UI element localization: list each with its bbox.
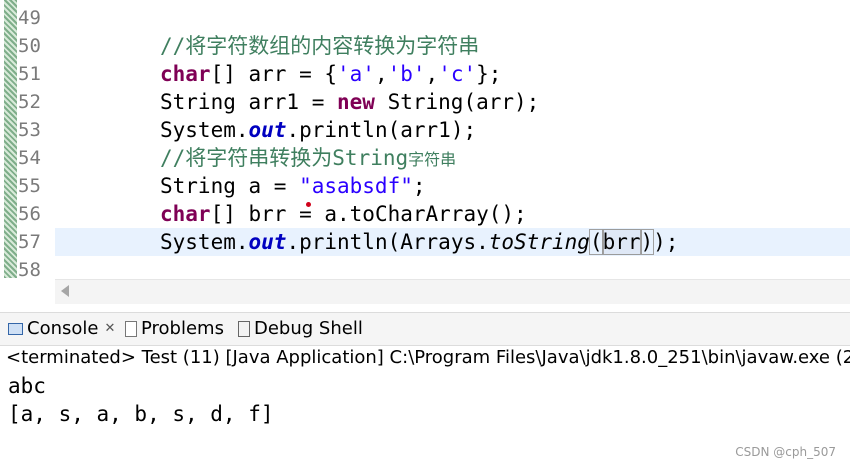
code-line: 54 //将字符串转换为String字符串 — [0, 144, 850, 172]
tab-label: Debug Shell — [254, 318, 363, 339]
marker-dot-icon — [306, 202, 311, 207]
code-text: String a = "asabsdf"; — [160, 172, 426, 200]
tab-problems[interactable]: Problems — [125, 313, 224, 345]
matching-bracket: ) — [639, 229, 655, 255]
keyword: new — [337, 90, 375, 114]
static-field: out — [248, 118, 287, 142]
static-method: toString — [488, 230, 590, 254]
console-status-line: <terminated> Test (11) [Java Application… — [6, 347, 850, 368]
matching-bracket: ( — [588, 229, 604, 255]
code-token: String arr1 = — [160, 90, 338, 114]
code-text: System.out.println(arr1); — [160, 116, 476, 144]
code-line: 53 System.out.println(arr1); — [0, 116, 850, 144]
string-literal: 'c' — [438, 62, 477, 86]
code-token: String(arr); — [374, 90, 540, 114]
keyword: char — [160, 202, 211, 226]
code-line: 50 //将字符数组的内容转换为字符串 — [0, 32, 850, 60]
code-line: 51 char[] arr = {'a','b','c'}; — [0, 60, 850, 88]
comment-token: 字符串 — [408, 150, 457, 169]
code-token: , — [425, 62, 439, 86]
comment-token: //将字符串转换为String — [160, 146, 409, 170]
string-literal: "asabsdf" — [299, 174, 413, 198]
code-token: ); — [653, 230, 679, 254]
console-output-line: [a, s, a, b, s, d, f] — [8, 402, 274, 426]
tab-label: Problems — [141, 318, 224, 339]
tab-debug-shell[interactable]: Debug Shell — [238, 313, 363, 345]
line-number: 53 — [18, 119, 41, 141]
static-field: out — [248, 230, 287, 254]
code-editor[interactable]: 49 50 //将字符数组的内容转换为字符串 51 char[] arr = {… — [0, 0, 850, 305]
line-number: 50 — [18, 35, 41, 57]
line-number: 52 — [18, 91, 41, 113]
line-number: 55 — [18, 175, 41, 197]
line-number: 57 — [18, 231, 41, 253]
code-text: String arr1 = new String(arr); — [160, 88, 539, 116]
console-icon — [8, 323, 23, 335]
code-token: System. — [160, 230, 249, 254]
code-token: .println(arr1); — [286, 118, 477, 142]
code-comment: //将字符串转换为String字符串 — [160, 144, 456, 174]
code-text: char[] arr = {'a','b','c'}; — [160, 60, 501, 88]
string-literal: 'a' — [337, 62, 375, 86]
close-icon[interactable]: ✕ — [104, 321, 115, 336]
line-number: 51 — [18, 63, 41, 85]
keyword: char — [160, 62, 211, 86]
line-number: 54 — [18, 147, 41, 169]
code-token: , — [374, 62, 388, 86]
code-token: }; — [476, 62, 502, 86]
view-tab-bar: Console ✕ Problems Debug Shell — [0, 312, 850, 346]
code-token: .println(Arrays. — [286, 230, 489, 254]
code-line: 52 String arr1 = new String(arr); — [0, 88, 850, 116]
debug-shell-icon — [238, 321, 250, 337]
code-token: [] arr = { — [210, 62, 338, 86]
line-number: 49 — [18, 7, 41, 29]
line-number: 56 — [18, 203, 41, 225]
watermark: CSDN @cph_507 — [735, 445, 836, 459]
tab-console[interactable]: Console ✕ — [8, 313, 115, 345]
code-text: System.out.println(Arrays.toString(brr))… — [160, 228, 678, 256]
tab-label: Console — [27, 318, 99, 339]
console-output-line: abc — [8, 374, 46, 398]
problems-icon — [125, 321, 137, 337]
horizontal-scrollbar[interactable] — [55, 279, 850, 304]
code-line: 49 — [0, 4, 850, 32]
code-comment: //将字符数组的内容转换为字符串 — [160, 34, 480, 58]
code-text: char[] brr = a.toCharArray(); — [160, 200, 527, 228]
code-line: 56 char[] brr = a.toCharArray(); — [0, 200, 850, 228]
scroll-left-arrow-icon[interactable] — [61, 285, 69, 297]
code-token: String a = — [160, 174, 300, 198]
string-literal: 'b' — [387, 62, 426, 86]
code-line: 57 System.out.println(Arrays.toString(br… — [0, 228, 850, 256]
code-token: System. — [160, 118, 249, 142]
code-token: [] brr = a.toCharArray(); — [210, 202, 527, 226]
line-number: 58 — [18, 259, 41, 281]
code-token: ; — [412, 174, 426, 198]
highlighted-variable: brr — [601, 229, 642, 255]
code-line: 55 String a = "asabsdf"; — [0, 172, 850, 200]
